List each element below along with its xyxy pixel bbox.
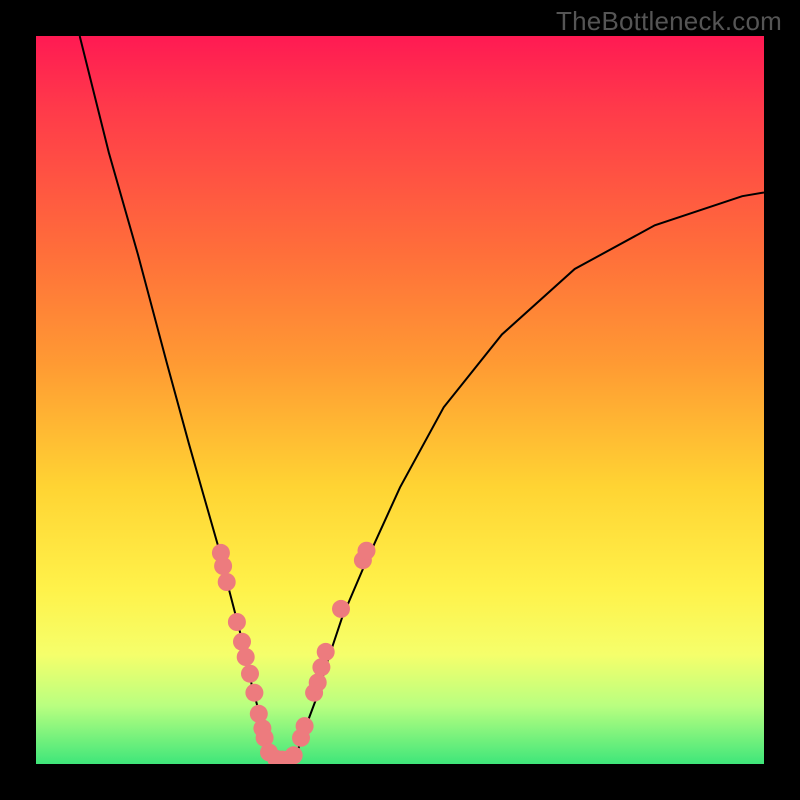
watermark-text: TheBottleneck.com	[556, 6, 782, 37]
plot-background	[36, 36, 764, 764]
chart-stage: TheBottleneck.com	[0, 0, 800, 800]
